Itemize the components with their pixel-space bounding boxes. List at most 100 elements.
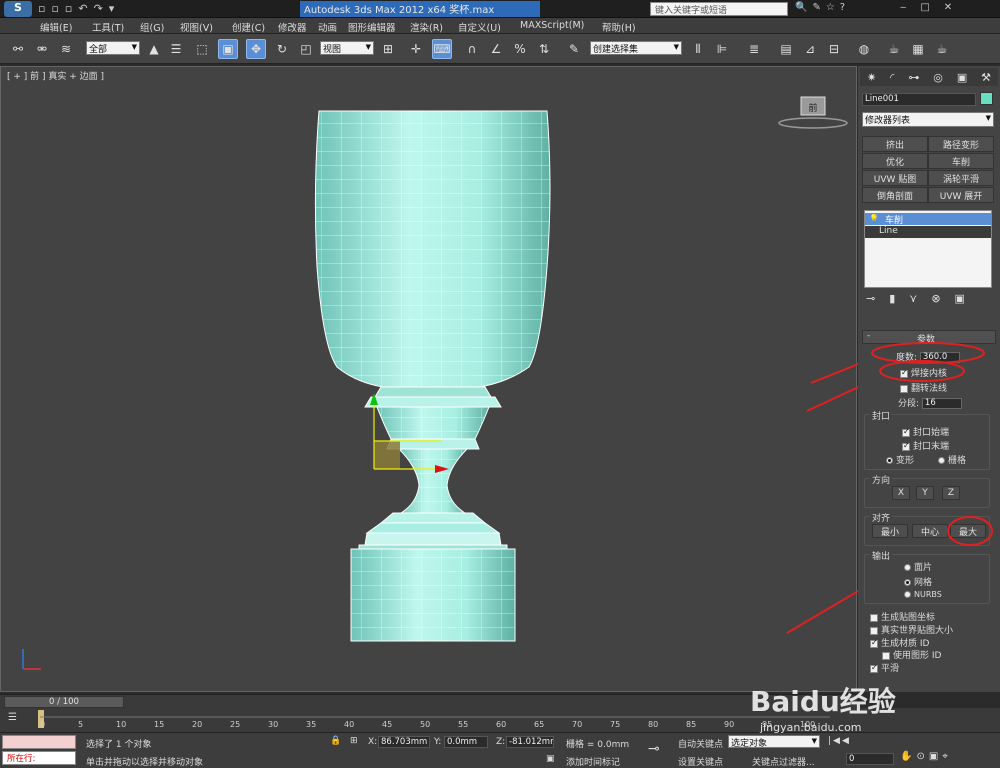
y-coord-field[interactable]: 0.0mm [444, 736, 488, 748]
tick-label: 65 [534, 720, 545, 729]
render-production-icon[interactable]: ☕ [932, 39, 952, 59]
menu-help[interactable]: 帮助(H) [602, 20, 636, 34]
prompt-line: 单击并拖动以选择并移动对象 [86, 758, 204, 768]
selection-filter-dropdown[interactable]: 全部 [86, 41, 140, 55]
tick-label: 35 [306, 720, 317, 729]
tick-label: 80 [648, 720, 659, 729]
schematic-view-icon[interactable]: ⊟ [824, 39, 844, 59]
align-icon[interactable]: ⊫ [712, 39, 732, 59]
viewcube-label[interactable]: 前 [801, 101, 825, 115]
main-toolbar: ⚯ ⚮ ≋ 全部 ▲ ☰ ⬚ ▣ ✥ ↻ ◰ 视图 ⊞ ✛ ⌨ ∩ ∠ % ⇅ … [0, 34, 1000, 64]
menu-views[interactable]: 视图(V) [180, 20, 213, 34]
menu-maxscript[interactable]: MAXScript(M) [520, 20, 584, 31]
pivot-icon[interactable]: ⊞ [378, 39, 398, 59]
snap-3d-icon[interactable]: ∩ [462, 39, 482, 59]
playback-controls[interactable]: |◀◀ [828, 736, 858, 748]
unlink-icon[interactable]: ⚮ [32, 39, 52, 59]
tick-label: 40 [344, 720, 355, 729]
edit-named-sel-icon[interactable]: ✎ [564, 39, 584, 59]
menu-create[interactable]: 创建(C) [232, 20, 265, 34]
grid-size: 栅格 = 0.0mm [566, 740, 630, 750]
y-label: Y: [434, 737, 442, 747]
tick-label: 5 [78, 720, 84, 729]
app-logo-icon[interactable]: S [4, 1, 32, 17]
track-ticks [40, 716, 830, 718]
window-controls[interactable]: ‒□✕ [900, 2, 966, 13]
tick-label: 50 [420, 720, 431, 729]
maxscript-listener[interactable] [2, 735, 76, 749]
angle-snap-icon[interactable]: ∠ [486, 39, 506, 59]
absolute-mode-icon[interactable]: ⊞ [350, 736, 358, 746]
graphite-icon[interactable]: ▤ [776, 39, 796, 59]
keyboard-shortcut-icon[interactable]: ⌨ [432, 39, 452, 59]
mini-curve-icon[interactable]: ☰ [8, 712, 17, 723]
current-line-field[interactable]: 所在行: [2, 751, 76, 765]
select-by-name-icon[interactable]: ☰ [166, 39, 186, 59]
infocenter-icons[interactable]: 🔍✎☆? [795, 2, 850, 13]
tick-label: 0 [40, 720, 46, 729]
annotation-overlay [871, 342, 993, 546]
tick-label: 90 [724, 720, 735, 729]
named-selection-dropdown[interactable]: 创建选择集 [590, 41, 682, 55]
baidu-watermark: Baidu经验 [750, 685, 896, 718]
spinner-snap-icon[interactable]: ⇅ [534, 39, 554, 59]
time-slider[interactable]: 0 / 100 [4, 696, 124, 708]
current-frame-field[interactable]: 0 [846, 753, 894, 765]
tick-label: 60 [496, 720, 507, 729]
menu-tools[interactable]: 工具(T) [92, 20, 124, 34]
rendered-frame-icon[interactable]: ▦ [908, 39, 928, 59]
current-line-label: 所在行: [7, 754, 36, 764]
menu-animation[interactable]: 动画 [318, 20, 337, 34]
trophy-model[interactable] [1, 67, 858, 693]
menu-graph-editors[interactable]: 图形编辑器 [348, 20, 396, 34]
manipulate-icon[interactable]: ✛ [406, 39, 426, 59]
key-filters-button[interactable]: 关键点过滤器... [752, 755, 815, 768]
x-label: X: [368, 737, 378, 747]
tick-label: 75 [610, 720, 621, 729]
select-scale-icon[interactable]: ◰ [296, 39, 316, 59]
menu-bar: 编辑(E) 工具(T) 组(G) 视图(V) 创建(C) 修改器 动画 图形编辑… [0, 18, 1000, 34]
window-crossing-icon[interactable]: ▣ [218, 39, 238, 59]
mirror-icon[interactable]: ⫴ [688, 39, 708, 59]
set-key-button[interactable]: 设置关键点 [678, 755, 723, 768]
tick-label: 45 [382, 720, 393, 729]
selection-status: 选择了 1 个对象 [86, 740, 152, 750]
tick-label: 20 [192, 720, 203, 729]
tick-label: 85 [686, 720, 697, 729]
menu-customize[interactable]: 自定义(U) [458, 20, 501, 34]
title-bar: S ▫▫▫↶↷▾ Autodesk 3ds Max 2012 x64 奖杯.ma… [0, 0, 1000, 18]
x-coord-field[interactable]: 86.703mm [378, 736, 430, 748]
menu-edit[interactable]: 编辑(E) [40, 20, 72, 34]
key-mode-dropdown[interactable]: 选定对象 [728, 735, 820, 748]
time-slider-bar[interactable]: 0 / 100 [0, 694, 857, 708]
add-time-tag[interactable]: 添加时间标记 [566, 755, 620, 768]
curve-editor-icon[interactable]: ⊿ [800, 39, 820, 59]
percent-snap-icon[interactable]: % [510, 39, 530, 59]
select-move-icon[interactable]: ✥ [246, 39, 266, 59]
select-rotate-icon[interactable]: ↻ [272, 39, 292, 59]
layer-manager-icon[interactable]: ≣ [744, 39, 764, 59]
ref-coord-dropdown[interactable]: 视图 [320, 41, 374, 55]
command-panel: ✷ ◜ ⊶ ◎ ▣ ⚒ Line001 修改器列表 挤出 路径变形 优化 车削 … [858, 66, 1000, 692]
menu-modifiers[interactable]: 修改器 [278, 20, 307, 34]
menu-rendering[interactable]: 渲染(R) [410, 20, 443, 34]
menu-group[interactable]: 组(G) [140, 20, 164, 34]
time-tag-icon[interactable]: ▣ [546, 754, 555, 764]
viewport-nav-icons[interactable]: ✋⊙▣⌖ [900, 751, 996, 765]
link-icon[interactable]: ⚯ [8, 39, 28, 59]
front-viewport[interactable]: [ + ] 前 ] 真实 + 边面 ] 前 [0, 66, 858, 693]
lock-icon[interactable]: 🔒 [330, 736, 341, 746]
auto-key-button[interactable]: 自动关键点 [678, 737, 723, 750]
material-editor-icon[interactable]: ◍ [854, 39, 874, 59]
quick-access-toolbar[interactable]: ▫▫▫↶↷▾ [38, 2, 120, 15]
rect-selection-icon[interactable]: ⬚ [192, 39, 212, 59]
tick-label: 70 [572, 720, 583, 729]
key-icon[interactable]: ⊸ [648, 741, 660, 757]
select-object-icon[interactable]: ▲ [144, 39, 164, 59]
render-setup-icon[interactable]: ☕ [884, 39, 904, 59]
z-coord-field[interactable]: -81.012mm [506, 736, 554, 748]
bind-space-warp-icon[interactable]: ≋ [56, 39, 76, 59]
tick-label: 15 [154, 720, 165, 729]
z-label: Z: [496, 737, 506, 747]
search-input[interactable]: 键入关键字或短语 [650, 2, 788, 16]
